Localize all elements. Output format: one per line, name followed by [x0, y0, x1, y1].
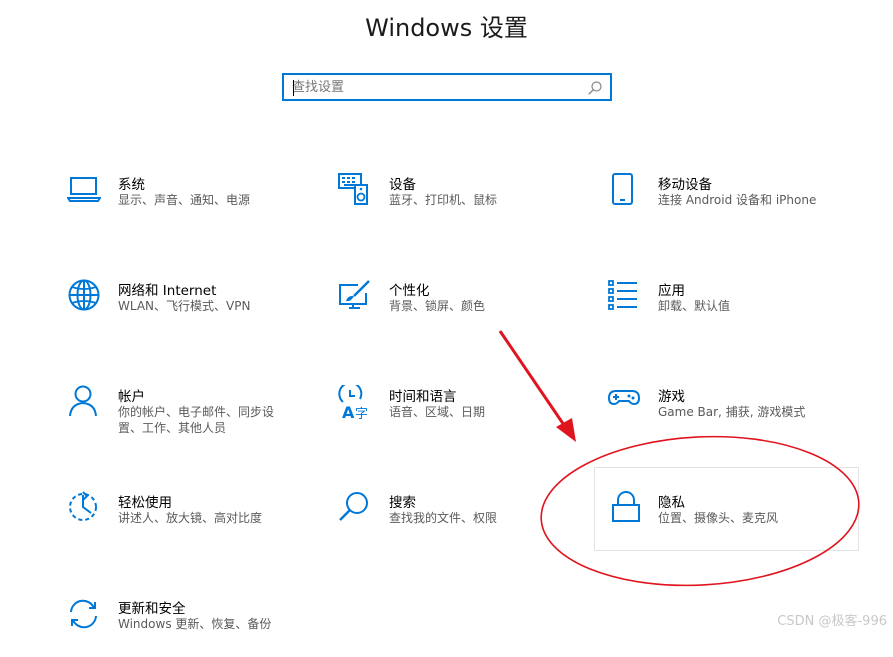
tile-description: 连接 Android 设备和 iPhone — [658, 193, 817, 207]
tile-network[interactable]: 网络和 Internet WLAN、飞行模式、VPN — [67, 279, 297, 339]
magnifier-icon — [339, 492, 368, 521]
tile-name: 系统 — [118, 177, 145, 193]
laptop-icon — [67, 177, 101, 202]
tile-description: 你的帐户、电子邮件、同步设置、工作、其他人员 — [118, 405, 275, 435]
tile-name: 设备 — [389, 177, 416, 193]
search-icon[interactable] — [587, 80, 603, 96]
tile-privacy[interactable]: 隐私 位置、摄像头、麦克风 — [594, 467, 859, 551]
tile-name: 个性化 — [389, 283, 430, 299]
tile-description: 背景、锁屏、颜色 — [389, 299, 486, 313]
gamepad-icon — [607, 390, 641, 406]
tile-name: 轻松使用 — [118, 495, 172, 511]
app-list-icon — [608, 280, 637, 310]
tile-time-language[interactable]: A 字 时间和语言 语音、区域、日期 — [338, 385, 568, 445]
sync-icon — [70, 599, 97, 629]
tile-gaming[interactable]: 游戏 Game Bar, 捕获, 游戏模式 — [607, 385, 837, 445]
tile-name: 应用 — [658, 283, 685, 299]
tile-description: 讲述人、放大镜、高对比度 — [118, 511, 263, 525]
tile-description: WLAN、飞行模式、VPN — [118, 299, 251, 313]
search-input[interactable] — [292, 78, 582, 96]
phone-icon — [612, 173, 633, 205]
text-caret — [293, 80, 294, 96]
svg-text:A: A — [342, 403, 355, 419]
tile-name: 隐私 — [658, 495, 685, 511]
tile-description: 卸载、默认值 — [658, 299, 731, 313]
tile-description: Windows 更新、恢复、备份 — [118, 617, 272, 631]
tile-devices[interactable]: 设备 蓝牙、打印机、鼠标 — [338, 173, 568, 233]
tile-search[interactable]: 搜索 查找我的文件、权限 — [338, 491, 568, 551]
tile-name: 更新和安全 — [118, 601, 186, 617]
ease-of-access-icon — [69, 491, 97, 521]
search-box[interactable] — [282, 73, 612, 101]
tile-name: 游戏 — [658, 389, 685, 405]
tile-description: 语音、区域、日期 — [389, 405, 486, 419]
person-icon — [69, 385, 97, 417]
tile-system[interactable]: 系统 显示、声音、通知、电源 — [67, 173, 297, 233]
tile-update-security[interactable]: 更新和安全 Windows 更新、恢复、备份 — [67, 597, 297, 657]
lock-icon — [612, 491, 640, 522]
tile-ease-of-access[interactable]: 轻松使用 讲述人、放大镜、高对比度 — [67, 491, 297, 551]
tile-name: 网络和 Internet — [118, 283, 217, 299]
globe-icon — [68, 279, 100, 311]
tile-name: 移动设备 — [658, 177, 712, 193]
tile-description: 蓝牙、打印机、鼠标 — [389, 193, 498, 207]
tile-description: 显示、声音、通知、电源 — [118, 193, 251, 207]
tile-description: Game Bar, 捕获, 游戏模式 — [658, 405, 806, 419]
tile-phone[interactable]: 移动设备 连接 Android 设备和 iPhone — [607, 173, 867, 233]
tile-personalization[interactable]: 个性化 背景、锁屏、颜色 — [338, 279, 568, 339]
keyboard-speaker-icon — [338, 173, 368, 205]
tile-name: 时间和语言 — [389, 389, 457, 405]
svg-text:字: 字 — [355, 407, 368, 419]
tile-name: 帐户 — [118, 389, 145, 405]
tile-description: 位置、摄像头、麦克风 — [658, 511, 779, 525]
watermark: CSDN @极客-996 — [777, 614, 887, 629]
paint-brush-icon — [339, 280, 370, 309]
tile-name: 搜索 — [389, 495, 416, 511]
tile-accounts[interactable]: 帐户 你的帐户、电子邮件、同步设置、工作、其他人员 — [67, 385, 297, 445]
time-language-icon: A 字 — [338, 385, 368, 419]
tile-description: 查找我的文件、权限 — [389, 511, 498, 525]
tile-apps[interactable]: 应用 卸载、默认值 — [607, 279, 837, 339]
page-title: Windows 设置 — [365, 14, 528, 42]
